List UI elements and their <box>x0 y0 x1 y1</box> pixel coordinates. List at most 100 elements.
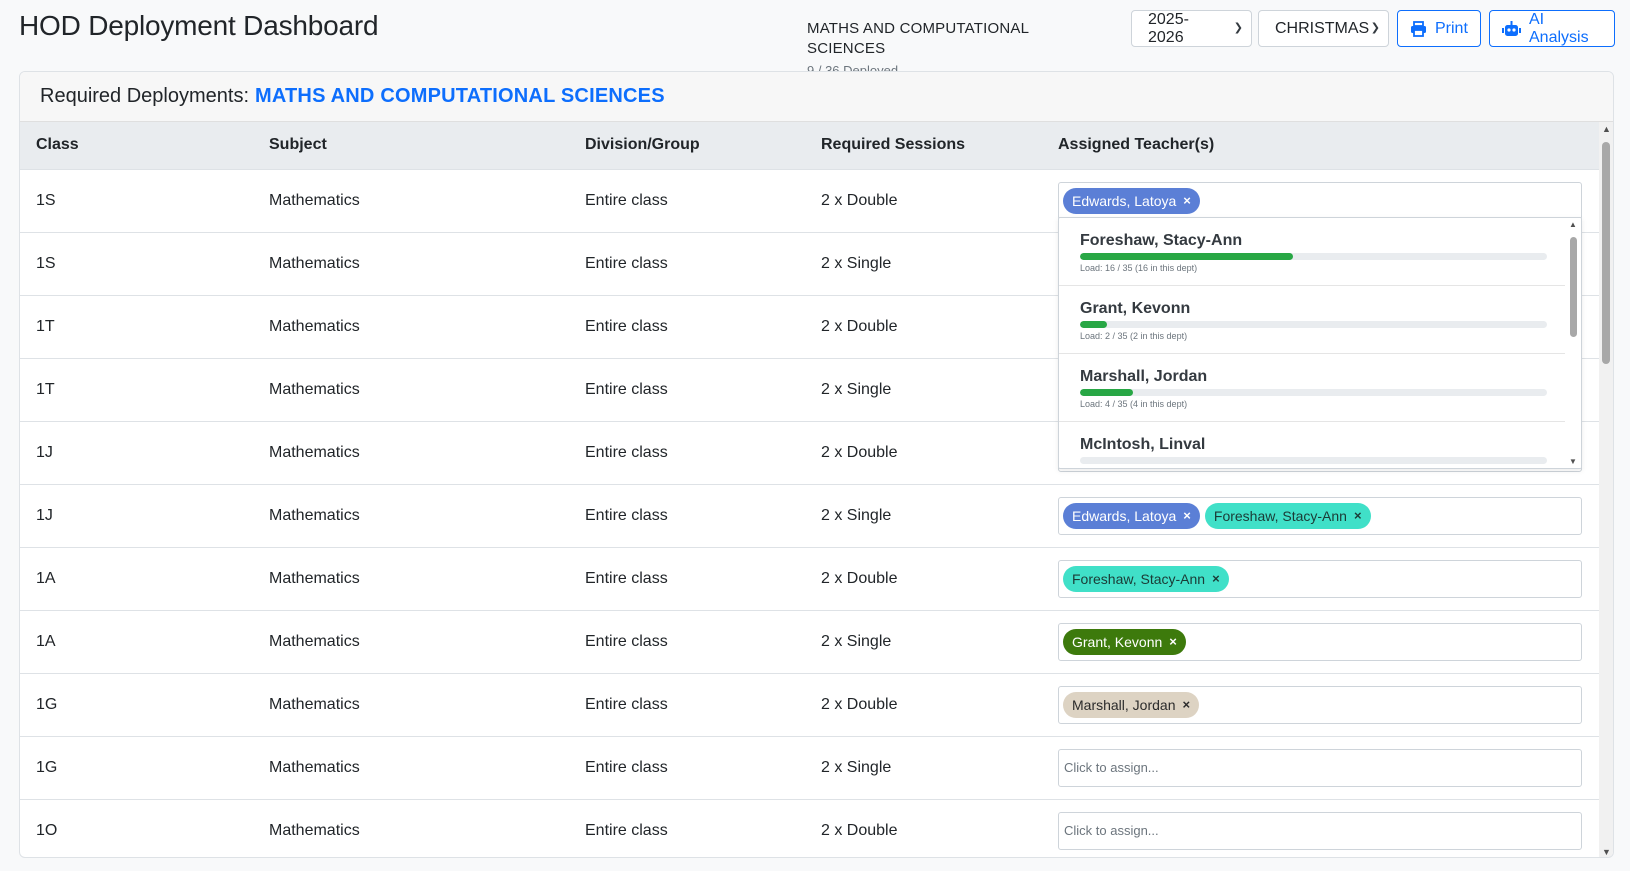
cell-subject: Mathematics <box>253 232 569 296</box>
cell-sessions: 2 x Single <box>805 358 1042 422</box>
teacher-chip: Foreshaw, Stacy-Ann × <box>1204 502 1371 529</box>
cell-sessions: 2 x Double <box>805 421 1042 485</box>
teacher-chip-name: Edwards, Latoya <box>1072 507 1177 524</box>
teacher-option[interactable]: Marshall, Jordan Load: 4 / 35 (4 in this … <box>1059 354 1565 422</box>
remove-icon[interactable]: × <box>1183 697 1191 712</box>
table-row: 1G Mathematics Entire class 2 x Double Marsh… <box>20 673 1601 737</box>
cell-subject: Mathematics <box>253 358 569 422</box>
cell-class: 1S <box>20 169 253 233</box>
teacher-option[interactable]: Foreshaw, Stacy-Ann Load: 16 / 35 (16 in … <box>1059 218 1565 286</box>
print-button[interactable]: Print <box>1397 10 1481 47</box>
term-select-value: CHRISTMAS <box>1275 19 1370 37</box>
card-header: Required Deployments: MATHS AND COMPUTAT… <box>20 72 1613 122</box>
table-row: 1A Mathematics Entire class 2 x Double Fores… <box>20 547 1601 611</box>
table-header-row: Class Subject Division/Group Required Se… <box>20 122 1601 170</box>
assign-placeholder: Click to assign... <box>1064 760 1159 775</box>
teacher-chip-name: Marshall, Jordan <box>1072 696 1176 713</box>
teacher-option[interactable]: Grant, Kevonn Load: 2 / 35 (2 in this dep… <box>1059 286 1565 354</box>
cell-class: 1T <box>20 295 253 359</box>
cell-teachers: Edwards, Latoya × Foreshaw, Stacy-Ann × <box>1042 484 1601 548</box>
scrollbar-thumb[interactable] <box>1602 142 1610 364</box>
teacher-load-bar <box>1080 457 1547 464</box>
remove-icon[interactable]: × <box>1183 193 1191 208</box>
teacher-chip: Edwards, Latoya × <box>1063 187 1200 214</box>
cell-teachers: Grant, Kevonn × <box>1042 610 1601 674</box>
table-row: 1G Mathematics Entire class 2 x Single Click… <box>20 736 1601 800</box>
card-heading-department: MATHS AND COMPUTATIONAL SCIENCES <box>255 85 665 107</box>
cell-division: Entire class <box>569 547 805 611</box>
year-select-value: 2025-2026 <box>1148 10 1189 46</box>
cell-sessions: 2 x Single <box>805 610 1042 674</box>
teacher-chip: Grant, Kevonn × <box>1063 628 1186 655</box>
cell-division: Entire class <box>569 169 805 233</box>
teacher-option-name: Grant, Kevonn <box>1080 300 1191 317</box>
cell-subject: Mathematics <box>253 673 569 737</box>
teacher-load-bar <box>1080 389 1547 396</box>
dropdown-scrollbar[interactable]: ▲ ▼ <box>1565 218 1581 468</box>
ai-analysis-label: AI Analysis <box>1529 10 1589 46</box>
table-row: 1A Mathematics Entire class 2 x Single Grant… <box>20 610 1601 674</box>
teacher-load-bar <box>1080 253 1547 260</box>
cell-division: Entire class <box>569 484 805 548</box>
year-select[interactable]: 2025-2026 ❯ <box>1131 10 1252 47</box>
teacher-assign-input[interactable]: Edwards, Latoya × Foreshaw, Stacy-Ann × <box>1058 496 1582 535</box>
dropdown-scrollbar-thumb[interactable] <box>1570 237 1577 337</box>
scroll-down-icon[interactable]: ▼ <box>1602 847 1611 857</box>
cell-class: 1G <box>20 736 253 800</box>
teacher-assign-input[interactable]: Grant, Kevonn × <box>1058 622 1582 661</box>
assign-placeholder: Click to assign... <box>1064 823 1159 838</box>
cell-sessions: 2 x Single <box>805 484 1042 548</box>
cell-class: 1O <box>20 799 253 857</box>
remove-icon[interactable]: × <box>1354 508 1362 523</box>
table-row: 1O Mathematics Entire class 2 x Double Click… <box>20 799 1601 857</box>
term-select[interactable]: CHRISTMAS ❯ <box>1258 10 1389 47</box>
page-title: HOD Deployment Dashboard <box>19 10 379 41</box>
cell-division: Entire class <box>569 673 805 737</box>
teacher-chip: Marshall, Jordan × <box>1063 691 1200 718</box>
robot-icon <box>1502 20 1521 37</box>
cell-division: Entire class <box>569 736 805 800</box>
teacher-dropdown: Foreshaw, Stacy-Ann Load: 16 / 35 (16 in … <box>1058 217 1582 469</box>
teacher-chip-name: Foreshaw, Stacy-Ann <box>1072 570 1206 587</box>
cell-sessions: 2 x Double <box>805 169 1042 233</box>
cell-subject: Mathematics <box>253 610 569 674</box>
column-header-division: Division/Group <box>569 122 805 170</box>
teacher-load-bar-fill <box>1080 389 1134 396</box>
teacher-option-name: Marshall, Jordan <box>1080 368 1208 385</box>
remove-icon[interactable]: × <box>1212 571 1220 586</box>
scroll-up-icon[interactable]: ▲ <box>1569 220 1577 229</box>
progress-department: MATHS AND COMPUTATIONAL SCIENCES <box>807 20 1029 57</box>
scroll-up-icon[interactable]: ▲ <box>1602 124 1611 134</box>
table-scrollbar[interactable]: ▲ ▼ <box>1599 122 1613 857</box>
teacher-assign-input[interactable]: Edwards, Latoya × <box>1058 181 1582 220</box>
cell-division: Entire class <box>569 799 805 857</box>
cell-class: 1J <box>20 421 253 485</box>
cell-subject: Mathematics <box>253 547 569 611</box>
teacher-assign-input[interactable]: Foreshaw, Stacy-Ann × <box>1058 559 1582 598</box>
remove-icon[interactable]: × <box>1183 508 1191 523</box>
ai-analysis-button[interactable]: AI Analysis <box>1489 10 1615 47</box>
cell-sessions: 2 x Single <box>805 232 1042 296</box>
cell-division: Entire class <box>569 358 805 422</box>
teacher-chip-name: Edwards, Latoya <box>1072 192 1177 209</box>
cell-sessions: 2 x Double <box>805 547 1042 611</box>
teacher-assign-input[interactable]: Marshall, Jordan × <box>1058 685 1582 724</box>
remove-icon[interactable]: × <box>1169 634 1177 649</box>
cell-division: Entire class <box>569 232 805 296</box>
teacher-load-bar-fill <box>1080 253 1294 260</box>
teacher-option-name: McIntosh, Linval <box>1080 436 1206 453</box>
column-header-teachers: Assigned Teacher(s) <box>1042 122 1601 170</box>
teacher-chip: Foreshaw, Stacy-Ann × <box>1063 565 1229 592</box>
teacher-load-bar-fill <box>1080 321 1107 328</box>
scroll-down-icon[interactable]: ▼ <box>1569 457 1577 466</box>
column-header-subject: Subject <box>253 122 569 170</box>
printer-icon <box>1410 20 1427 37</box>
teacher-option[interactable]: McIntosh, Linval <box>1059 422 1565 468</box>
teacher-assign-input[interactable]: Click to assign... <box>1058 748 1582 787</box>
column-header-sessions: Required Sessions <box>805 122 1042 170</box>
cell-teachers: Click to assign... <box>1042 799 1601 857</box>
cell-sessions: 2 x Single <box>805 736 1042 800</box>
cell-teachers: Foreshaw, Stacy-Ann × <box>1042 547 1601 611</box>
teacher-assign-input[interactable]: Click to assign... <box>1058 811 1582 850</box>
teacher-load-text: Load: 4 / 35 (4 in this dept) <box>1080 399 1188 409</box>
